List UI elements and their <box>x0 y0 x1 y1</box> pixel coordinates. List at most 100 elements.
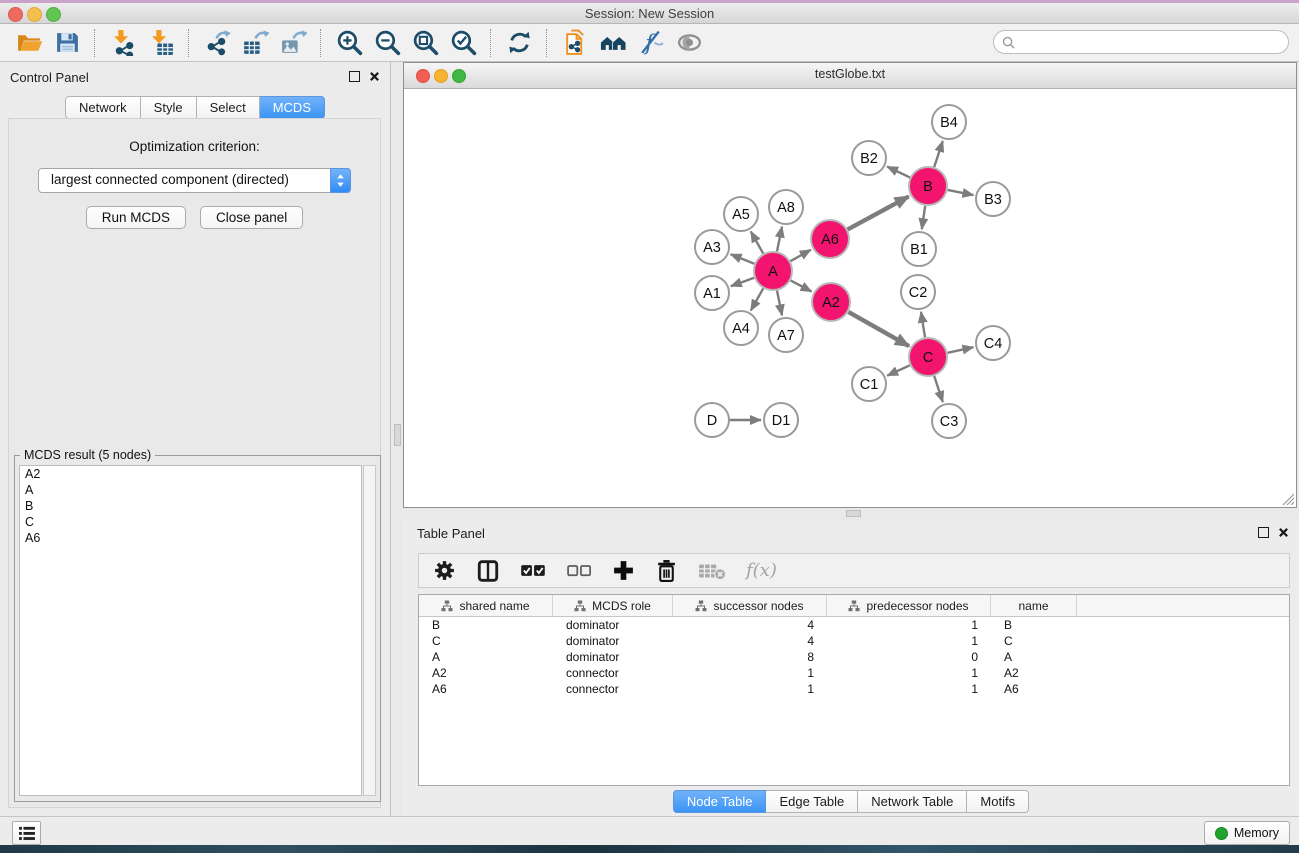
criterion-select[interactable]: largest connected component (directed) <box>38 168 351 193</box>
graph-node-A6[interactable]: A6 <box>811 220 849 258</box>
graph-edge-B-B3[interactable] <box>948 190 974 195</box>
graph-edge-B-B2[interactable] <box>887 167 910 178</box>
graph-edge-A2-C[interactable] <box>848 312 909 346</box>
graph-node-A3[interactable]: A3 <box>695 230 729 264</box>
mcds-result-item[interactable]: B <box>20 498 361 514</box>
graph-edge-C-C2[interactable] <box>921 312 925 337</box>
graph-node-D1[interactable]: D1 <box>764 403 798 437</box>
graph-edge-A-A7[interactable] <box>777 291 782 316</box>
refresh-view-button[interactable] <box>500 26 538 60</box>
graph-edge-A-A4[interactable] <box>751 288 763 310</box>
graph-node-C3[interactable]: C3 <box>932 404 966 438</box>
graph-edge-B-B4[interactable] <box>934 141 943 167</box>
table-row[interactable]: A6connector11A6 <box>419 681 1289 697</box>
close-table-panel-icon[interactable] <box>1278 527 1289 538</box>
graph-node-B1[interactable]: B1 <box>902 232 936 266</box>
mcds-result-item[interactable]: A6 <box>20 530 361 546</box>
graph-node-A4[interactable]: A4 <box>724 311 758 345</box>
table-row[interactable]: A2connector11A2 <box>419 665 1289 681</box>
window-resize-grip[interactable] <box>1280 491 1294 505</box>
tab-style[interactable]: Style <box>141 96 197 119</box>
graph-node-C2[interactable]: C2 <box>901 275 935 309</box>
graph-node-B2[interactable]: B2 <box>852 141 886 175</box>
graph-edge-C-C4[interactable] <box>948 347 974 353</box>
open-session-button[interactable] <box>10 26 48 60</box>
tab-motifs[interactable]: Motifs <box>967 790 1029 813</box>
delete-column-button[interactable] <box>655 558 678 584</box>
import-table-button[interactable] <box>142 26 180 60</box>
vertical-splitter-handle[interactable] <box>394 424 401 446</box>
search-input[interactable] <box>993 30 1289 54</box>
tab-select[interactable]: Select <box>197 96 260 119</box>
column-header-shared-name[interactable]: shared name <box>419 595 553 616</box>
graph-edge-A-A6[interactable] <box>790 250 810 261</box>
column-browse-button[interactable] <box>476 558 500 584</box>
network-canvas-svg[interactable]: A A1 A2 A3 A4 A5 A6 A7 A8 B B1 B2 B3 B4 C C1 C2 C3 C4 D D1 <box>404 88 1296 507</box>
table-settings-button[interactable] <box>433 558 456 584</box>
clone-network-button[interactable] <box>556 26 594 60</box>
zoom-in-button[interactable] <box>330 26 368 60</box>
toggle-graphics-details-button[interactable]: f <box>632 26 670 60</box>
horizontal-splitter-handle[interactable] <box>846 510 861 517</box>
graph-edge-A-A8[interactable] <box>777 227 782 252</box>
graph-node-A8[interactable]: A8 <box>769 190 803 224</box>
home-button[interactable] <box>594 26 632 60</box>
mcds-result-scrollbar[interactable] <box>363 465 376 796</box>
tab-mcds[interactable]: MCDS <box>260 96 325 119</box>
run-mcds-button[interactable]: Run MCDS <box>86 206 186 229</box>
tab-network[interactable]: Network <box>65 96 141 119</box>
graph-node-C1[interactable]: C1 <box>852 367 886 401</box>
eye-button[interactable] <box>670 26 708 60</box>
graph-edge-A-A5[interactable] <box>751 231 763 253</box>
export-image-button[interactable] <box>274 26 312 60</box>
column-header-predecessor-nodes[interactable]: predecessor nodes <box>827 595 991 616</box>
graph-node-B3[interactable]: B3 <box>976 182 1010 216</box>
graph-node-C4[interactable]: C4 <box>976 326 1010 360</box>
float-table-panel-icon[interactable] <box>1258 527 1269 538</box>
graph-edge-A-A2[interactable] <box>791 280 812 291</box>
task-history-button[interactable] <box>12 821 41 845</box>
graph-node-A2[interactable]: A2 <box>812 283 850 321</box>
unselect-all-columns-button[interactable] <box>566 558 592 584</box>
column-header-successor-nodes[interactable]: successor nodes <box>673 595 827 616</box>
fit-content-button[interactable] <box>406 26 444 60</box>
export-table-button[interactable] <box>236 26 274 60</box>
graph-edge-A-A1[interactable] <box>731 278 754 286</box>
table-row[interactable]: Bdominator41B <box>419 617 1289 633</box>
memory-button[interactable]: Memory <box>1204 821 1290 845</box>
graph-node-D[interactable]: D <box>695 403 729 437</box>
graph-node-A7[interactable]: A7 <box>769 318 803 352</box>
float-panel-icon[interactable] <box>349 71 360 82</box>
network-window-titlebar[interactable]: testGlobe.txt <box>404 63 1296 89</box>
graph-edge-C-C1[interactable] <box>887 365 910 375</box>
tab-edge-table[interactable]: Edge Table <box>766 790 858 813</box>
select-all-columns-button[interactable] <box>520 558 546 584</box>
import-network-button[interactable] <box>104 26 142 60</box>
graph-node-A5[interactable]: A5 <box>724 197 758 231</box>
graph-edge-C-C3[interactable] <box>934 376 943 402</box>
table-row[interactable]: Cdominator41C <box>419 633 1289 649</box>
graph-node-B4[interactable]: B4 <box>932 105 966 139</box>
graph-edge-B-B1[interactable] <box>922 206 925 229</box>
mcds-result-item[interactable]: A2 <box>20 466 361 482</box>
graph-node-B[interactable]: B <box>909 167 947 205</box>
graph-node-A[interactable]: A <box>754 252 792 290</box>
close-panel-button[interactable]: Close panel <box>200 206 303 229</box>
graph-edge-A-A3[interactable] <box>731 254 755 263</box>
zoom-out-button[interactable] <box>368 26 406 60</box>
save-session-button[interactable] <box>48 26 86 60</box>
mcds-result-item[interactable]: A <box>20 482 361 498</box>
graph-node-A1[interactable]: A1 <box>695 276 729 310</box>
tab-node-table[interactable]: Node Table <box>673 790 767 813</box>
close-panel-icon[interactable] <box>369 71 380 82</box>
column-header-mcds-role[interactable]: MCDS role <box>553 595 673 616</box>
graph-edge-A6-B[interactable] <box>848 197 909 230</box>
column-header-name[interactable]: name <box>991 595 1077 616</box>
export-network-button[interactable] <box>198 26 236 60</box>
mcds-result-item[interactable]: C <box>20 514 361 530</box>
graph-node-C[interactable]: C <box>909 338 947 376</box>
table-row[interactable]: Adominator80A <box>419 649 1289 665</box>
tab-network-table[interactable]: Network Table <box>858 790 967 813</box>
zoom-selected-button[interactable] <box>444 26 482 60</box>
add-column-button[interactable] <box>612 558 635 584</box>
